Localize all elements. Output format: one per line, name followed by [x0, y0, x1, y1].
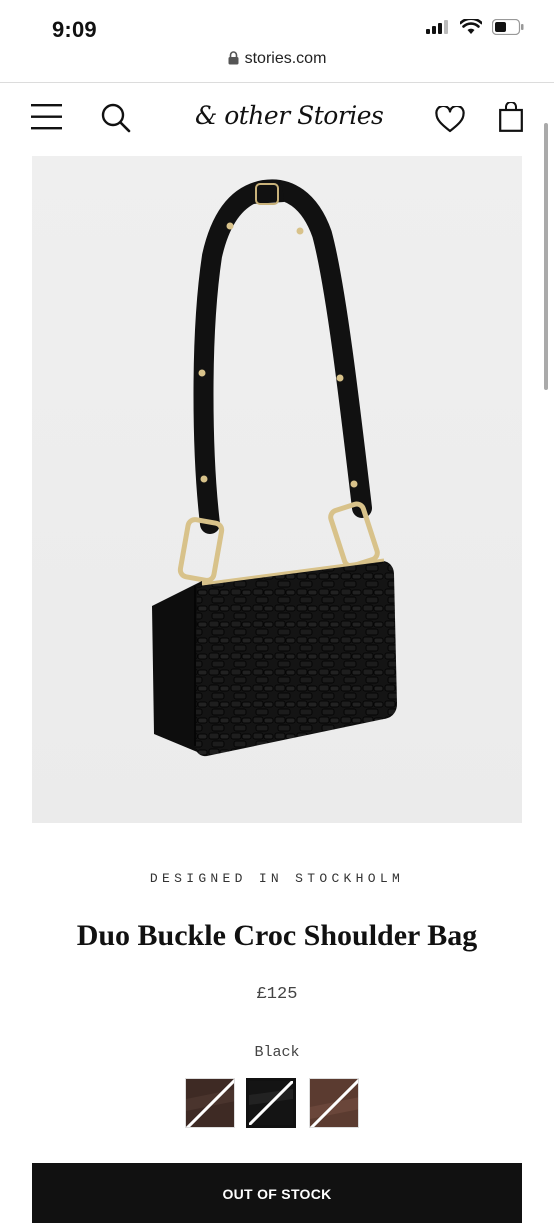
color-swatch-black[interactable] [246, 1078, 296, 1128]
page-scrollbar[interactable] [544, 123, 548, 390]
cellular-signal-icon [426, 20, 448, 34]
shopping-bag-icon[interactable] [499, 102, 523, 132]
designed-in-tagline: DESIGNED IN STOCKHOLM [149, 871, 405, 886]
color-swatch-brown[interactable] [309, 1078, 359, 1128]
wifi-icon [460, 19, 482, 34]
battery-icon [492, 19, 524, 35]
heart-icon[interactable] [435, 106, 465, 133]
menu-icon[interactable] [31, 104, 63, 130]
status-time: 9:09 [52, 17, 97, 42]
lock-icon [228, 51, 239, 65]
color-swatch-dark-brown[interactable] [185, 1078, 235, 1128]
status-bar: 9:09 [0, 0, 554, 44]
browser-url-bar[interactable]: stories.com [0, 50, 554, 74]
status-icons [426, 19, 524, 35]
url-text: stories.com [244, 50, 327, 67]
product-price: £125 [256, 985, 298, 1004]
bag-illustration [32, 156, 522, 823]
browser-divider [0, 82, 554, 83]
product-image[interactable] [32, 156, 522, 823]
site-logo[interactable]: & other Stories [195, 101, 384, 130]
out-of-stock-button[interactable]: OUT OF STOCK [32, 1163, 522, 1223]
selected-color-label: Black [254, 1044, 300, 1061]
search-icon[interactable] [101, 103, 131, 133]
product-title: Duo Buckle Croc Shoulder Bag [76, 919, 478, 952]
